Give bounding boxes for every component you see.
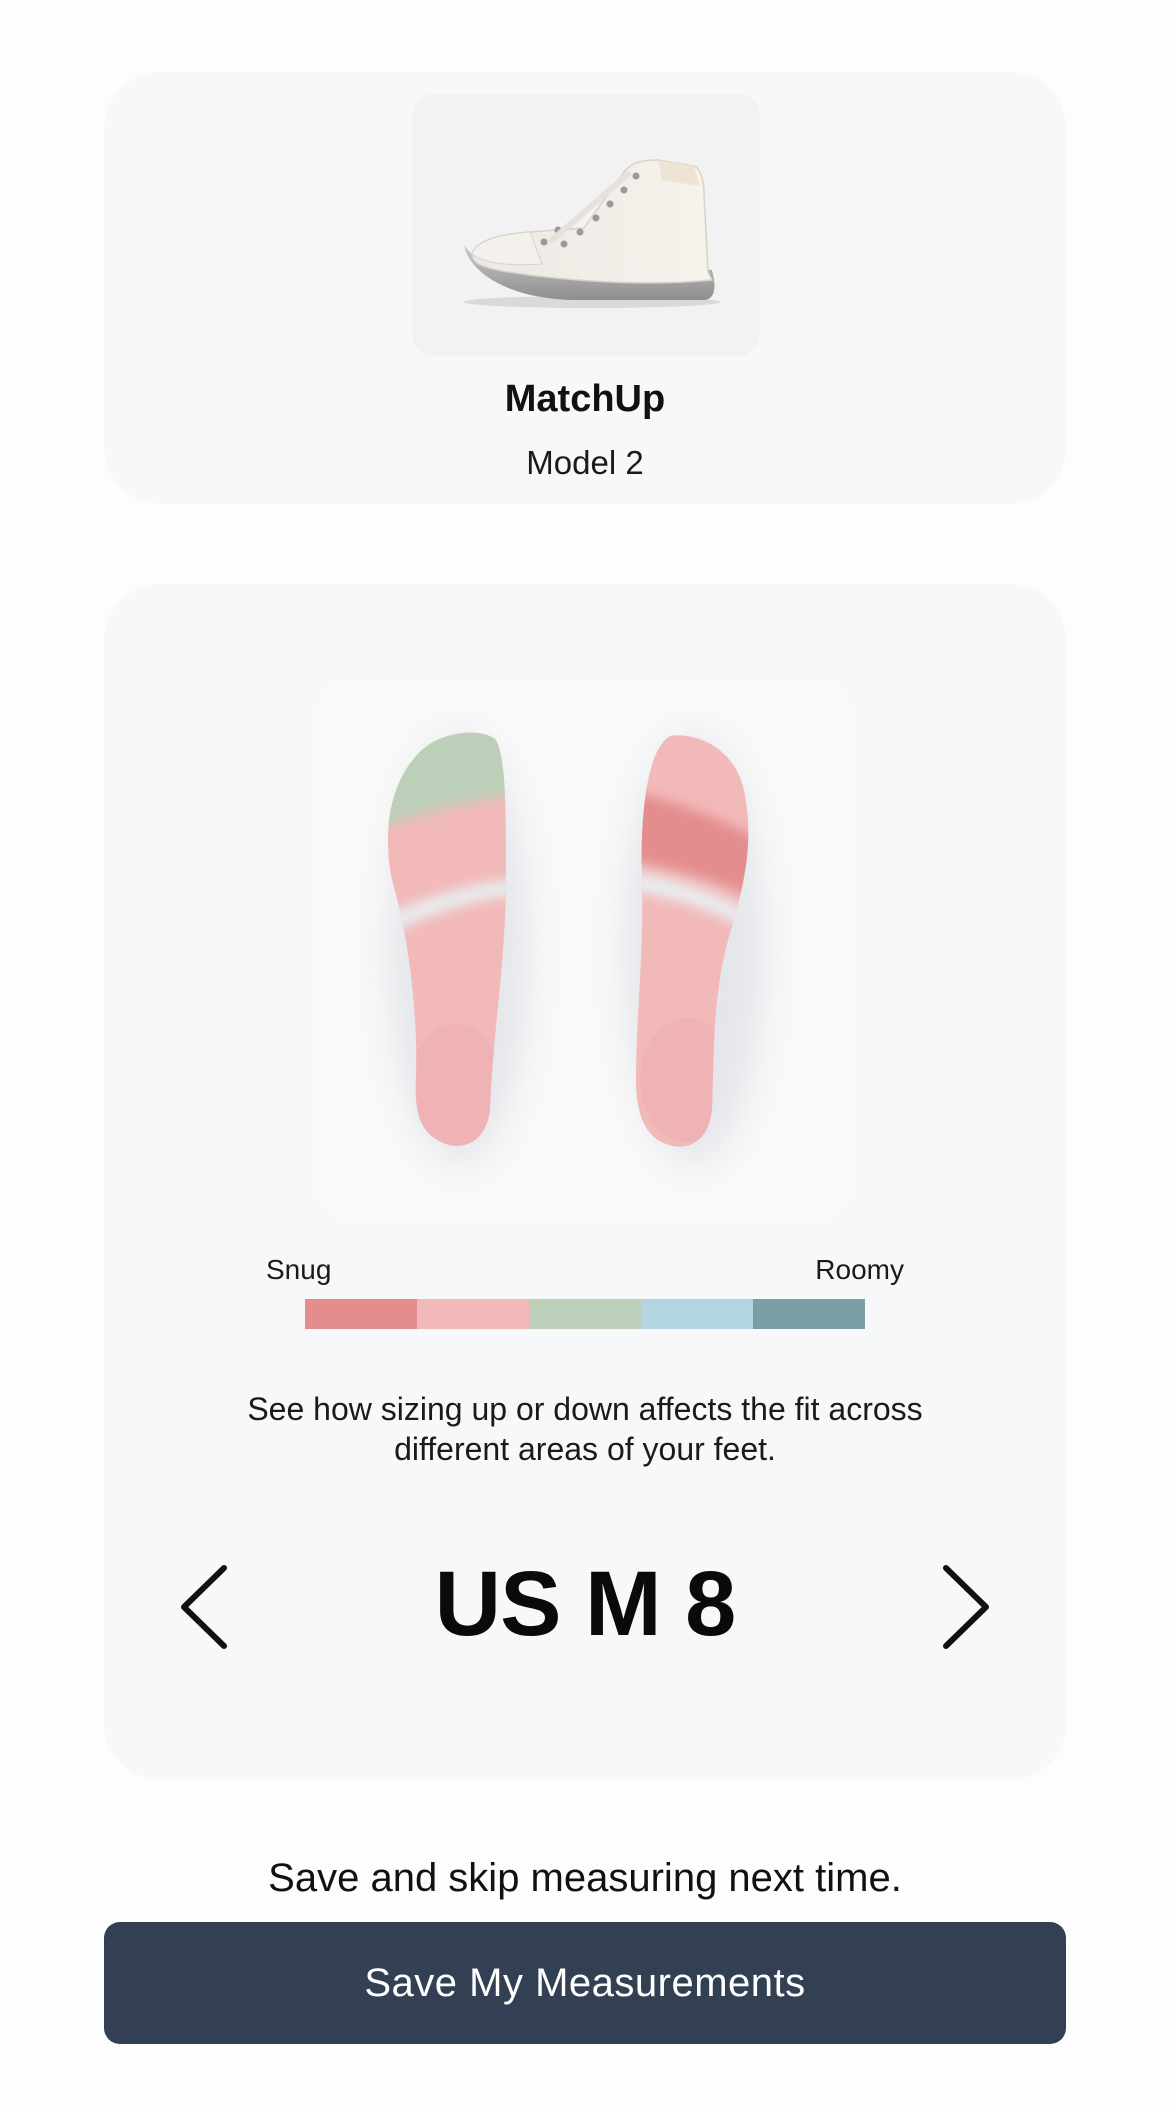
scale-segment — [417, 1299, 529, 1329]
next-size-button[interactable] — [924, 1562, 1004, 1652]
product-name: MatchUp — [504, 378, 666, 420]
save-measurements-button[interactable]: Save My Measurements — [104, 1922, 1066, 2044]
scale-segment — [753, 1299, 865, 1329]
size-selector: US M 8 — [104, 1544, 1066, 1664]
fit-card: Snug Roomy See how sizing up or down aff… — [104, 584, 1066, 1780]
product-image — [412, 94, 760, 356]
scale-segment — [641, 1299, 753, 1329]
scale-roomy-label: Roomy — [815, 1254, 904, 1285]
scale-snug-label: Snug — [266, 1254, 332, 1285]
fit-description: See how sizing up or down affects the fi… — [247, 1391, 923, 1467]
chevron-right-icon — [943, 1565, 989, 1649]
product-model: Model 2 — [526, 444, 644, 481]
scale-segment — [529, 1299, 641, 1329]
save-hint-text: Save and skip measuring next time. — [268, 1856, 902, 1900]
product-card: MatchUp Model 2 — [104, 72, 1066, 504]
previous-size-button[interactable] — [166, 1562, 246, 1652]
feet-heatmap-image — [314, 680, 854, 1220]
fit-scale-bar — [305, 1299, 865, 1329]
chevron-left-icon — [181, 1565, 227, 1649]
size-value: US M 8 — [434, 1553, 737, 1655]
scale-segment — [305, 1299, 417, 1329]
